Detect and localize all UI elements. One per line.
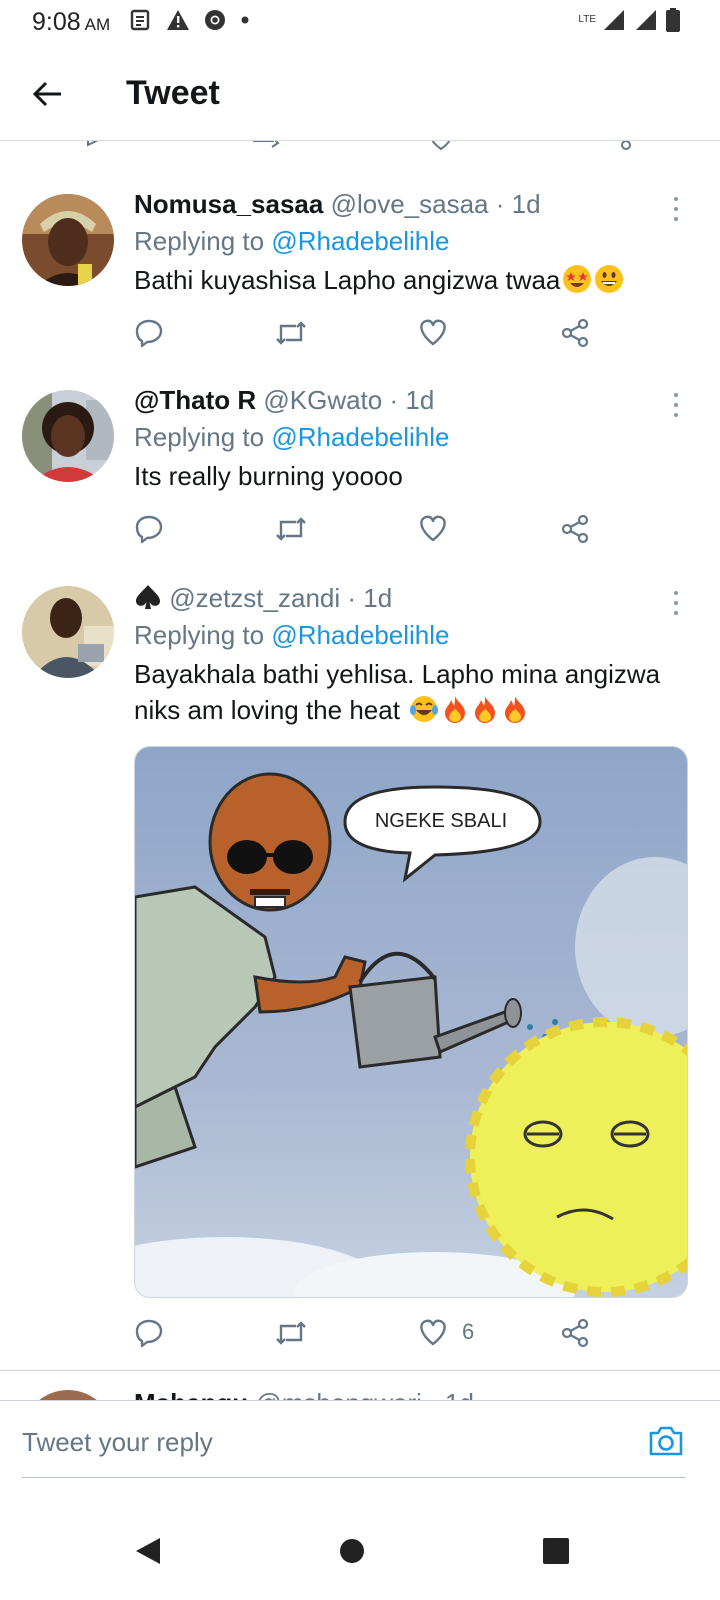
retweet-button[interactable] bbox=[274, 514, 308, 544]
previous-tweet-actions bbox=[0, 140, 720, 176]
status-bar: 9:08 AM LTE bbox=[0, 0, 720, 44]
replying-to: Replying to @Rhadebelihle bbox=[134, 422, 450, 452]
tweet-text: Bathi kuyashisa Lapho angizwa twaa bbox=[134, 262, 684, 303]
status-time: 9:08 AM bbox=[32, 8, 111, 36]
camera-icon bbox=[649, 1426, 683, 1456]
back-triangle-icon bbox=[136, 1538, 160, 1564]
share-button[interactable] bbox=[560, 318, 590, 348]
reply-button[interactable] bbox=[134, 514, 164, 544]
recents-square-icon bbox=[543, 1538, 569, 1564]
retweet-button[interactable] bbox=[274, 1318, 308, 1348]
share-icon bbox=[561, 1318, 589, 1348]
like-button[interactable] bbox=[418, 318, 448, 346]
tweet-time: 1d bbox=[363, 583, 393, 613]
lte-label: LTE bbox=[578, 14, 596, 25]
display-name[interactable]: @Thato R bbox=[134, 385, 256, 415]
reply-button[interactable] bbox=[134, 1318, 164, 1348]
mention-link[interactable]: @Rhadebelihle bbox=[271, 226, 449, 256]
share-icon bbox=[561, 514, 589, 544]
tweet-header: @zetzst_zandi · 1d bbox=[134, 582, 684, 614]
page-title: Tweet bbox=[126, 74, 220, 112]
signal-icon bbox=[604, 10, 624, 30]
avatar[interactable] bbox=[22, 194, 114, 286]
grinning-emoji bbox=[594, 264, 624, 303]
tweet-header: Mshengu @mshengwari · 1d bbox=[134, 1388, 474, 1400]
system-nav-bar bbox=[0, 1500, 720, 1600]
fire-emoji bbox=[441, 694, 469, 733]
tweet-time: 1d bbox=[405, 385, 435, 415]
reply-icon bbox=[135, 319, 163, 348]
heart-icon bbox=[420, 1319, 446, 1346]
tweet-text: Its really burning yoooo bbox=[134, 461, 403, 491]
star-struck-emoji bbox=[562, 264, 592, 303]
battery-icon bbox=[666, 8, 680, 32]
status-notification-icons bbox=[130, 9, 250, 31]
handle[interactable]: @love_sasaa bbox=[331, 189, 489, 219]
spade-icon bbox=[136, 585, 160, 609]
avatar[interactable] bbox=[22, 586, 114, 678]
mention-link[interactable]: @Rhadebelihle bbox=[271, 422, 449, 452]
share-button[interactable] bbox=[560, 1318, 590, 1348]
replying-to: Replying to @Rhadebelihle bbox=[134, 226, 450, 256]
reply-icon bbox=[135, 515, 163, 544]
reply-icon bbox=[135, 1319, 163, 1348]
home-circle-icon bbox=[340, 1539, 364, 1563]
back-button[interactable] bbox=[22, 72, 74, 116]
replying-to: Replying to @Rhadebelihle bbox=[134, 620, 450, 650]
reply-button[interactable] bbox=[134, 318, 164, 348]
avatar[interactable] bbox=[22, 390, 114, 482]
signal-icon-2 bbox=[636, 10, 656, 30]
retweet-icon bbox=[276, 321, 306, 345]
tweet-header: Nomusa_sasaa @love_sasaa · 1d bbox=[134, 189, 541, 219]
tweet-actions bbox=[134, 514, 614, 554]
speech-bubble-text: NGEKE SBALI bbox=[375, 810, 507, 832]
warning-icon bbox=[167, 10, 189, 30]
app-bar: Tweet bbox=[0, 44, 720, 140]
camera-button[interactable] bbox=[648, 1425, 684, 1462]
retweet-icon bbox=[276, 517, 306, 541]
share-button[interactable] bbox=[560, 514, 590, 544]
chrome-icon bbox=[205, 10, 225, 30]
fire-emoji bbox=[471, 694, 499, 733]
nav-home-button[interactable] bbox=[322, 1526, 382, 1576]
like-count: 6 bbox=[462, 1319, 475, 1344]
handle[interactable]: @KGwato bbox=[263, 385, 382, 415]
tweet-text: Bayakhala bathi yehlisa. Lapho mina angi… bbox=[134, 656, 684, 733]
tweet-header: @Thato R @KGwato · 1d bbox=[134, 385, 435, 415]
like-button[interactable] bbox=[418, 514, 448, 542]
more-options-button[interactable] bbox=[666, 194, 686, 224]
tweet-time: 1d bbox=[511, 189, 541, 219]
tweet[interactable]: @Thato R @KGwato · 1d Replying to @Rhade… bbox=[0, 370, 720, 567]
more-options-button[interactable] bbox=[666, 588, 686, 618]
news-icon bbox=[130, 9, 150, 31]
retweet-icon bbox=[276, 1321, 306, 1345]
tweet-actions: 6 bbox=[134, 1318, 614, 1358]
mention-link[interactable]: @Rhadebelihle bbox=[271, 620, 449, 650]
next-tweet-peek[interactable]: Mshengu @mshengwari · 1d bbox=[0, 1370, 720, 1400]
heart-icon bbox=[420, 319, 446, 346]
reply-composer: Tweet your reply bbox=[0, 1400, 720, 1501]
tears-of-joy-emoji bbox=[409, 694, 439, 733]
reply-input-underline bbox=[22, 1477, 686, 1478]
more-options-button[interactable] bbox=[666, 390, 686, 420]
nav-back-button[interactable] bbox=[118, 1526, 178, 1576]
handle[interactable]: @zetzst_zandi bbox=[169, 583, 340, 613]
status-system-icons: LTE bbox=[578, 8, 680, 32]
avatar[interactable] bbox=[22, 1390, 114, 1400]
tweet-image[interactable]: NGEKE SBALI bbox=[134, 746, 688, 1298]
reply-input[interactable]: Tweet your reply bbox=[22, 1427, 213, 1458]
dot-icon bbox=[241, 16, 249, 24]
display-name[interactable]: Nomusa_sasaa bbox=[134, 189, 323, 219]
fire-emoji bbox=[501, 694, 529, 733]
nav-recents-button[interactable] bbox=[526, 1526, 586, 1576]
tweet-actions bbox=[134, 318, 614, 358]
heart-icon bbox=[420, 515, 446, 542]
tweet[interactable]: Nomusa_sasaa @love_sasaa · 1d Replying t… bbox=[0, 174, 720, 371]
share-icon bbox=[561, 318, 589, 348]
display-name[interactable] bbox=[134, 583, 162, 613]
retweet-button[interactable] bbox=[274, 318, 308, 348]
arrow-left-icon bbox=[32, 81, 61, 107]
tweet[interactable]: @zetzst_zandi · 1d Replying to @Rhadebel… bbox=[0, 566, 720, 1371]
like-button[interactable]: 6 bbox=[418, 1318, 474, 1346]
